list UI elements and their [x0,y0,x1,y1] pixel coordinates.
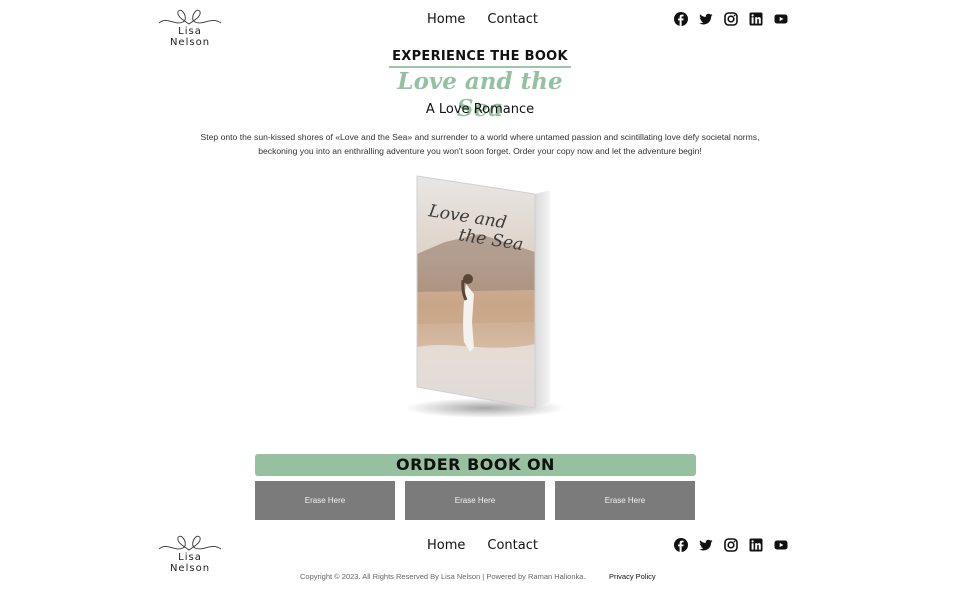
footer-nav-contact[interactable]: Contact [487,538,538,553]
book-subtitle: A Love Romance [425,102,535,117]
social-links [674,12,788,26]
footer-logo[interactable]: Lisa Nelson [157,532,223,574]
logo-text: Lisa Nelson [169,26,211,48]
twitter-icon[interactable] [699,12,713,26]
footer-social-links [674,538,788,552]
nav-contact[interactable]: Contact [487,12,538,27]
store-button-1[interactable]: Erase Here [255,481,395,520]
site-footer: Lisa Nelson Home Contact [0,526,960,574]
hero-eyebrow: EXPERIENCE THE BOOK [392,49,568,64]
footer-logo-text: Lisa Nelson [169,552,211,574]
site-header: Lisa Nelson Home Contact [0,0,960,48]
copyright-text: Copyright © 2023. All Rights Reserved By… [300,572,586,581]
facebook-icon[interactable] [674,538,688,552]
linkedin-icon[interactable] [749,12,763,26]
order-banner: ORDER BOOK ON [255,454,696,476]
book-cover-image: Love and the Sea [405,175,565,418]
heart-logo-icon [158,535,222,551]
footer-nav-home[interactable]: Home [427,538,465,553]
instagram-icon[interactable] [724,12,738,26]
twitter-icon[interactable] [699,538,713,552]
instagram-icon[interactable] [724,538,738,552]
facebook-icon[interactable] [674,12,688,26]
heart-logo-icon [158,9,222,25]
linkedin-icon[interactable] [749,538,763,552]
youtube-icon[interactable] [774,538,788,552]
main-nav: Home Contact [427,12,538,27]
privacy-policy-link[interactable]: Privacy Policy [609,572,656,581]
nav-home[interactable]: Home [427,12,465,27]
store-button-2[interactable]: Erase Here [405,481,545,520]
footer-nav: Home Contact [427,538,538,553]
logo[interactable]: Lisa Nelson [157,6,223,48]
store-button-3[interactable]: Erase Here [555,481,695,520]
youtube-icon[interactable] [774,12,788,26]
book-description: Step onto the sun-kissed shores of «Love… [200,132,760,156]
